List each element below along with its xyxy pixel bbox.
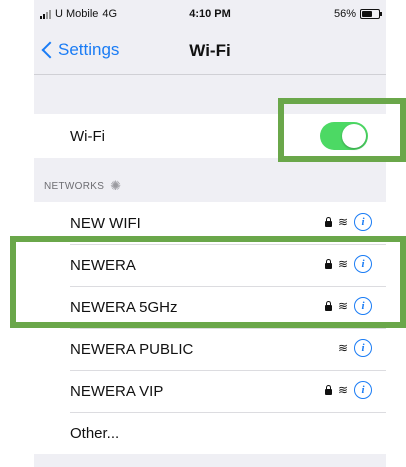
network-name: NEWERA PUBLIC	[70, 341, 194, 358]
wifi-toggle-label: Wi-Fi	[70, 128, 105, 145]
info-icon[interactable]: i	[354, 381, 372, 399]
toggle-highlight-box	[278, 98, 406, 162]
network-row-newera-vip[interactable]: NEWERA VIP ≋ i	[34, 370, 386, 412]
status-bar: U Mobile 4G 4:10 PM 56%	[34, 0, 386, 26]
networks-highlight-box	[10, 236, 406, 328]
network-name: NEW WIFI	[70, 215, 141, 232]
wifi-signal-icon: ≋	[337, 215, 348, 229]
battery-icon	[360, 9, 382, 19]
network-name: NEWERA VIP	[70, 383, 164, 400]
lock-icon	[324, 384, 332, 395]
other-network-row[interactable]: Other...	[34, 412, 386, 454]
phone-screen: U Mobile 4G 4:10 PM 56% Settings Wi-Fi W…	[34, 0, 386, 467]
navigation-bar: Settings Wi-Fi	[34, 26, 386, 75]
other-network-label: Other...	[70, 425, 120, 442]
wifi-signal-icon: ≋	[337, 383, 348, 397]
wifi-signal-icon: ≋	[337, 341, 348, 355]
battery-percent: 56%	[333, 8, 356, 20]
network-row-newera-public[interactable]: NEWERA PUBLIC ≋ i	[34, 328, 386, 370]
networks-header-label: NETWORKS	[44, 180, 105, 192]
loading-spinner-icon: ✺	[110, 178, 122, 193]
lock-icon	[324, 216, 332, 227]
info-icon[interactable]: i	[354, 339, 372, 357]
page-title: Wi-Fi	[189, 41, 231, 60]
networks-section-header: NETWORKS ✺	[44, 178, 121, 194]
info-icon[interactable]: i	[354, 213, 372, 231]
battery-info: 56%	[333, 8, 382, 20]
